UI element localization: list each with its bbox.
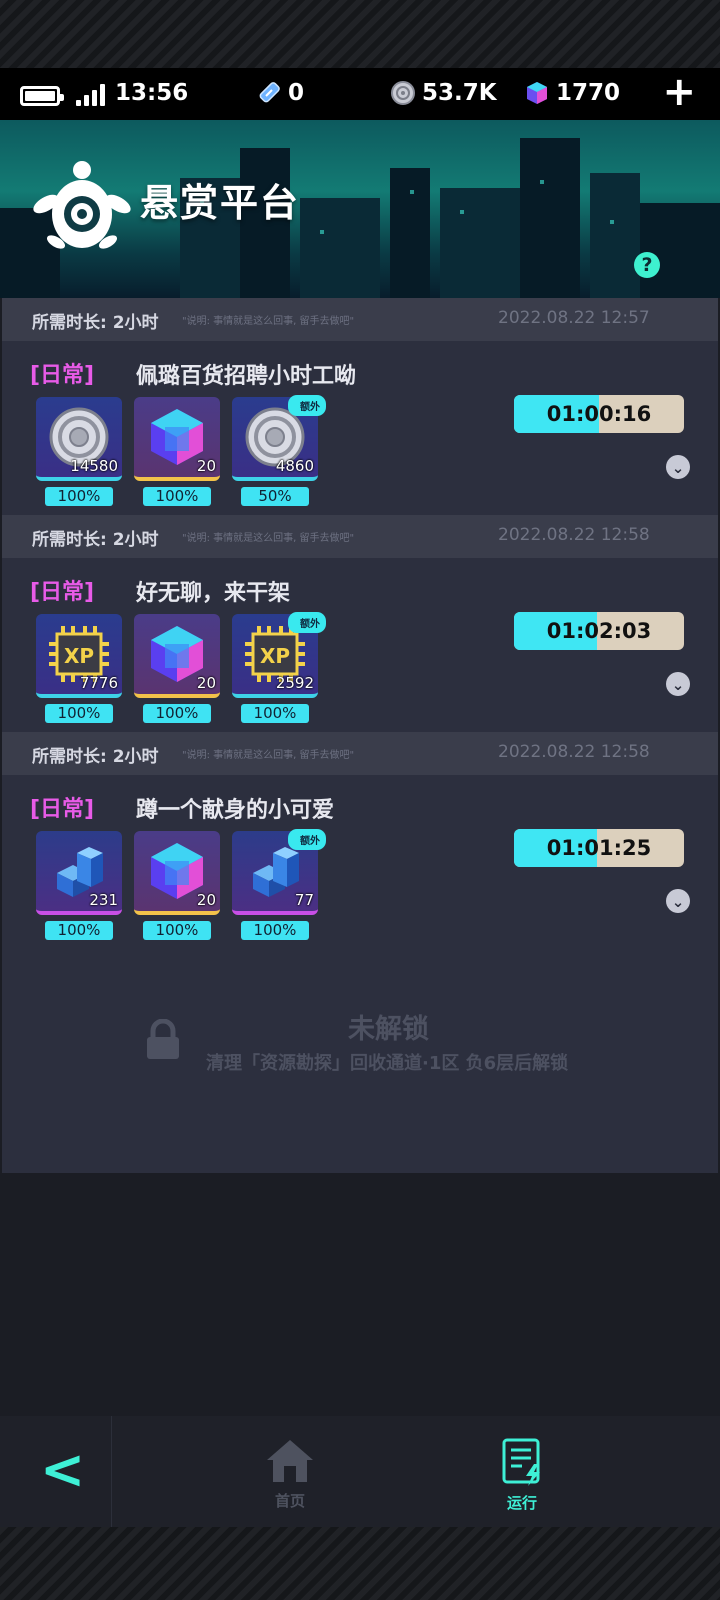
coin-counter[interactable]: 53.7K <box>390 80 497 106</box>
reward-percent: 100% <box>143 487 211 506</box>
quest-timer: 01:02:03 <box>514 612 684 650</box>
reward-count: 231 <box>89 891 118 909</box>
extra-badge: 额外 <box>288 612 326 633</box>
ticket-icon <box>259 82 280 103</box>
quest-list: 所需时长: 2小时 "说明: 事情就是这么回事, 留手去做吧" 2022.08.… <box>2 298 718 1173</box>
bottom-letterbox <box>0 1527 720 1600</box>
quest-date: 2022.08.22 12:58 <box>498 742 650 762</box>
quest-duration: 所需时长: 2小时 <box>32 747 159 767</box>
cube-count: 1770 <box>556 80 621 106</box>
coin-icon <box>391 81 415 105</box>
ticket-count: 0 <box>288 80 305 106</box>
nav-run[interactable]: 运行 <box>482 1438 562 1513</box>
reward-percent: 100% <box>143 921 211 940</box>
reward-percent: 100% <box>143 704 211 723</box>
locked-quest-slot: 未解锁 清理「资源勘探」回收通道·1区 负6层后解锁 <box>2 949 718 1173</box>
quest-title: 蹲一个献身的小可爱 <box>136 798 335 823</box>
reward-item[interactable]: 额外 4860 50% <box>232 395 326 506</box>
lock-icon <box>147 1019 179 1059</box>
nav-home[interactable]: 首页 <box>250 1438 330 1511</box>
reward-count: 20 <box>196 891 216 909</box>
nav-run-label: 运行 <box>506 1494 537 1512</box>
quest-meta: 所需时长: 2小时 "说明: 事情就是这么回事, 留手去做吧" 2022.08.… <box>2 298 718 341</box>
nav-home-label: 首页 <box>274 1492 305 1510</box>
reward-item[interactable]: 20 100% <box>134 614 220 723</box>
quest-tag: [日常] <box>30 363 95 388</box>
reward-count: 20 <box>196 457 216 475</box>
quest-title: 好无聊，来干架 <box>136 581 291 606</box>
expand-chevron-icon[interactable]: ⌄ <box>666 672 690 696</box>
timer-text: 01:02:03 <box>546 619 652 643</box>
locked-title: 未解锁 <box>348 1014 429 1045</box>
cube-counter[interactable]: 1770 <box>524 80 620 106</box>
reward-count: 14580 <box>70 457 118 475</box>
back-button[interactable]: < <box>0 1416 112 1527</box>
quest-card[interactable]: [日常] 蹲一个献身的小可爱 231 100% 20 100% 额外 77 10… <box>2 775 718 949</box>
quest-timer: 01:01:25 <box>514 829 684 867</box>
quest-quote: "说明: 事情就是这么回事, 留手去做吧" <box>182 533 355 544</box>
back-arrow-icon: < <box>40 1438 86 1501</box>
reward-count: 77 <box>294 891 314 909</box>
add-button[interactable]: + <box>662 72 696 112</box>
reward-percent: 50% <box>241 487 309 506</box>
quest-meta: 所需时长: 2小时 "说明: 事情就是这么回事, 留手去做吧" 2022.08.… <box>2 515 718 558</box>
reward-percent: 100% <box>241 921 309 940</box>
reward-count: 7776 <box>79 674 118 692</box>
battery-icon <box>20 86 64 106</box>
locked-subtitle: 清理「资源勘探」回收通道·1区 负6层后解锁 <box>206 1053 569 1074</box>
extra-badge: 额外 <box>288 395 326 416</box>
timer-text: 01:00:16 <box>546 402 652 426</box>
quest-quote: "说明: 事情就是这么回事, 留手去做吧" <box>182 750 355 761</box>
clock: 13:56 <box>115 80 189 106</box>
quest-title: 佩璐百货招聘小时工呦 <box>136 364 357 389</box>
quest-tag: [日常] <box>30 580 95 605</box>
quest-tag: [日常] <box>30 797 95 822</box>
turtle-logo-icon <box>33 161 131 249</box>
page-title: 悬赏平台 <box>140 181 301 225</box>
reward-count: 20 <box>196 674 216 692</box>
quest-duration: 所需时长: 2小时 <box>32 313 159 333</box>
help-button[interactable]: ? <box>634 252 660 278</box>
svg-text:XP: XP <box>64 644 94 668</box>
quest-date: 2022.08.22 12:58 <box>498 525 650 545</box>
reward-count: 2592 <box>275 674 314 692</box>
reward-item[interactable]: XP 额外 2592 100% <box>232 612 326 723</box>
bottom-nav: < 首页 运行 <box>0 1416 720 1527</box>
timer-text: 01:01:25 <box>546 836 652 860</box>
quest-date: 2022.08.22 12:57 <box>498 308 650 328</box>
extra-badge: 额外 <box>288 829 326 850</box>
ticket-counter[interactable]: 0 <box>256 80 304 106</box>
reward-count: 4860 <box>275 457 314 475</box>
top-letterbox <box>0 0 720 68</box>
reward-percent: 100% <box>241 704 309 723</box>
reward-percent: 100% <box>45 487 113 506</box>
expand-chevron-icon[interactable]: ⌄ <box>666 455 690 479</box>
quest-card[interactable]: [日常] 佩璐百货招聘小时工呦 14580 100% 20 100% 额外 48… <box>2 341 718 515</box>
reward-item[interactable]: 额外 77 100% <box>232 829 326 940</box>
reward-percent: 100% <box>45 704 113 723</box>
reward-item[interactable]: 20 100% <box>134 831 220 940</box>
reward-item[interactable]: 14580 100% <box>36 397 122 506</box>
coin-count: 53.7K <box>422 80 497 106</box>
svg-text:XP: XP <box>260 644 290 668</box>
home-icon <box>267 1440 313 1482</box>
quest-meta: 所需时长: 2小时 "说明: 事情就是这么回事, 留手去做吧" 2022.08.… <box>2 732 718 775</box>
signal-icon <box>76 84 108 106</box>
quest-card[interactable]: [日常] 好无聊，来干架 XP 7776 100% 20 100% XP 额外 … <box>2 558 718 732</box>
quest-timer: 01:00:16 <box>514 395 684 433</box>
status-bar: 13:56 0 53.7K 1770 + <box>0 68 720 120</box>
quest-quote: "说明: 事情就是这么回事, 留手去做吧" <box>182 316 355 327</box>
expand-chevron-icon[interactable]: ⌄ <box>666 889 690 913</box>
reward-percent: 100% <box>45 921 113 940</box>
run-document-icon <box>502 1438 540 1486</box>
reward-item[interactable]: 231 100% <box>36 831 122 940</box>
cube-icon <box>527 82 547 104</box>
header-banner: 悬赏平台 ? <box>0 120 720 298</box>
reward-item[interactable]: 20 100% <box>134 397 220 506</box>
reward-item[interactable]: XP 7776 100% <box>36 614 122 723</box>
quest-duration: 所需时长: 2小时 <box>32 530 159 550</box>
